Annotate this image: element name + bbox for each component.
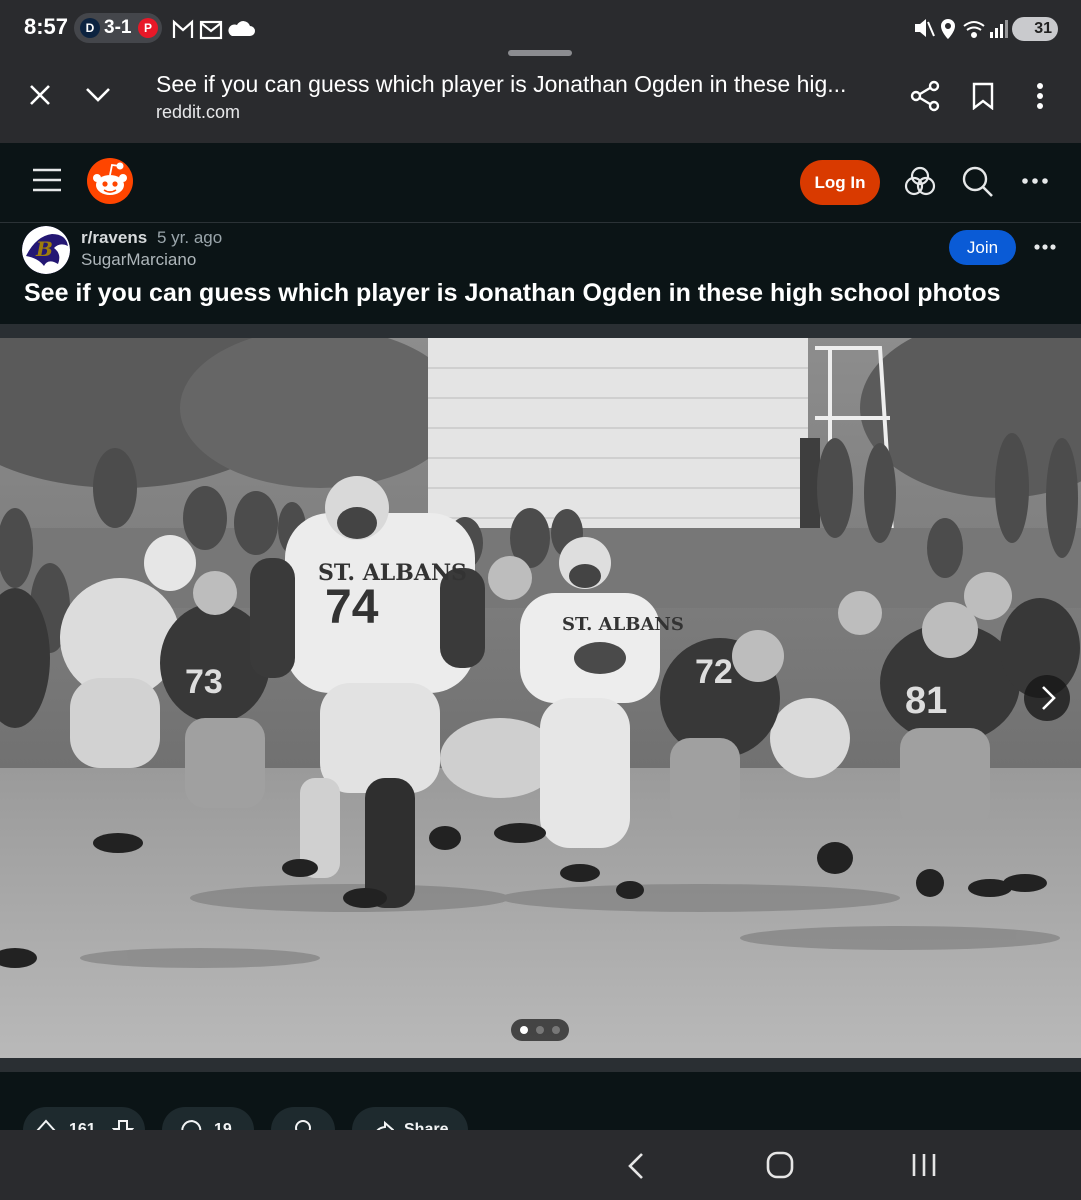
join-button[interactable]: Join bbox=[949, 230, 1016, 265]
carousel-next-button[interactable] bbox=[1024, 675, 1070, 721]
svg-text:72: 72 bbox=[695, 653, 733, 691]
close-icon[interactable] bbox=[28, 83, 52, 107]
home-icon[interactable] bbox=[766, 1151, 794, 1179]
notification-icons bbox=[172, 19, 255, 40]
carousel-indicator bbox=[511, 1019, 569, 1041]
bookmark-icon[interactable] bbox=[972, 82, 994, 110]
subreddit-avatar[interactable]: B bbox=[22, 226, 70, 274]
gmail-icon bbox=[172, 19, 194, 38]
menu-icon[interactable] bbox=[33, 168, 61, 192]
system-status-icons bbox=[915, 19, 1008, 39]
wifi-icon bbox=[963, 21, 985, 38]
ravens-logo-icon: B bbox=[22, 226, 70, 274]
browser-page-title: See if you can guess which player is Jon… bbox=[156, 71, 847, 97]
svg-text:ST. ALBANS: ST. ALBANS bbox=[562, 614, 684, 635]
team-logo-icon: D bbox=[80, 18, 100, 38]
carousel-dot bbox=[552, 1026, 560, 1034]
chevron-down-icon[interactable] bbox=[84, 84, 112, 104]
location-icon bbox=[941, 19, 955, 39]
signal-icon bbox=[990, 20, 1008, 38]
carousel-dot bbox=[536, 1026, 544, 1034]
football-photo: 73 72 81 ST. ALBANS 74 ST. ALBANS bbox=[0, 338, 1081, 1058]
battery-indicator: 31 bbox=[1012, 17, 1058, 41]
more-vertical-icon[interactable] bbox=[1034, 82, 1046, 110]
more-horizontal-icon[interactable] bbox=[1034, 243, 1056, 251]
share-icon[interactable] bbox=[910, 80, 940, 112]
advertise-icon[interactable] bbox=[904, 166, 936, 196]
svg-text:73: 73 bbox=[185, 663, 223, 701]
mail-icon bbox=[199, 20, 223, 40]
system-navigation-bar bbox=[0, 1130, 1081, 1200]
post-author[interactable]: SugarMarciano bbox=[81, 250, 196, 270]
divider bbox=[0, 1058, 1081, 1072]
search-icon[interactable] bbox=[962, 166, 994, 198]
more-horizontal-icon[interactable] bbox=[1022, 176, 1048, 186]
team-logo-icon: P bbox=[138, 18, 158, 38]
status-time: 8:57 bbox=[24, 14, 69, 39]
login-button[interactable]: Log In bbox=[800, 160, 880, 205]
drag-handle[interactable] bbox=[508, 50, 572, 56]
svg-text:B: B bbox=[35, 237, 53, 261]
browser-domain: reddit.com bbox=[156, 102, 241, 122]
svg-text:81: 81 bbox=[905, 680, 947, 722]
mute-icon bbox=[915, 19, 935, 37]
carousel-dot-active bbox=[520, 1026, 528, 1034]
chevron-right-icon bbox=[1042, 686, 1056, 710]
subreddit-name[interactable]: r/ravens bbox=[81, 228, 147, 248]
cloud-icon bbox=[228, 21, 255, 36]
post-age: 5 yr. ago bbox=[157, 228, 223, 247]
svg-text:74: 74 bbox=[325, 581, 379, 634]
recents-icon[interactable] bbox=[910, 1152, 938, 1178]
divider bbox=[0, 324, 1081, 338]
back-icon[interactable] bbox=[626, 1152, 646, 1180]
score-text: 3-1 bbox=[104, 17, 132, 38]
score-notification: D 3-1 P bbox=[74, 13, 162, 43]
post-image[interactable]: 73 72 81 ST. ALBANS 74 ST. ALBANS bbox=[0, 338, 1081, 1058]
post-title[interactable]: See if you can guess which player is Jon… bbox=[24, 279, 1001, 308]
reddit-logo[interactable] bbox=[85, 156, 135, 206]
